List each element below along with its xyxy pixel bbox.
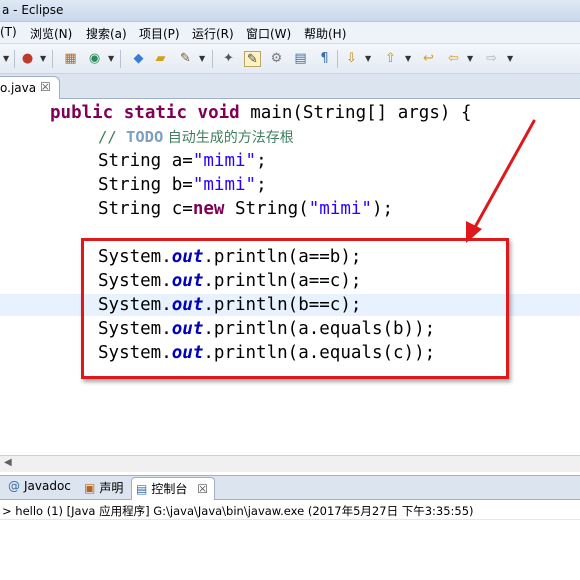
toolbar-separator	[52, 50, 53, 68]
chevron-down-icon[interactable]: ▼	[108, 51, 114, 67]
external-tools-icon[interactable]: ⚙	[268, 51, 285, 67]
console-header: > hello (1) [Java 应用程序] G:\java\Java\bin…	[0, 500, 580, 520]
next-annotation-icon[interactable]: ⇩	[343, 51, 360, 67]
menu-item-run[interactable]: 运行(R)	[192, 25, 234, 42]
bottom-panel-tabs: @ Javadoc ▣ 声明 ▤ 控制台 ☒	[0, 475, 580, 501]
tab-label: 声明	[99, 481, 124, 495]
outline-icon[interactable]: ▤	[292, 51, 309, 67]
code-editor[interactable]: public static void main(String[] args) {…	[0, 99, 580, 455]
toolbar-separator	[14, 50, 15, 68]
menu-item-navigate[interactable]: 浏览(N)	[30, 25, 72, 42]
title-bar: a - Eclipse	[0, 0, 580, 22]
chevron-down-icon[interactable]: ▼	[467, 51, 473, 67]
chevron-down-icon[interactable]: ▼	[365, 51, 371, 67]
editor-tab-bar: o.java ☒	[0, 74, 580, 99]
menu-item-project[interactable]: 项目(P)	[139, 25, 180, 42]
close-icon[interactable]: ☒	[197, 482, 208, 496]
chevron-down-icon[interactable]: ▼	[3, 51, 9, 67]
new-package-icon[interactable]: ▦	[62, 51, 79, 67]
chevron-down-icon[interactable]: ▼	[199, 51, 205, 67]
close-icon[interactable]: ☒	[40, 80, 51, 94]
scroll-left-icon[interactable]: ◀	[4, 457, 12, 468]
run-icon[interactable]: ●	[19, 51, 36, 67]
declaration-icon: ▣	[84, 481, 96, 495]
menu-item-search[interactable]: 搜索(a)	[86, 25, 127, 42]
tab-label: Javadoc	[24, 479, 71, 493]
menu-item-window[interactable]: 窗口(W)	[246, 25, 291, 42]
properties-icon[interactable]: ¶	[316, 51, 333, 67]
new-class-icon[interactable]: ◉	[86, 51, 103, 67]
menu-bar: (T) 浏览(N) 搜索(a) 项目(P) 运行(R) 窗口(W) 帮助(H)	[0, 22, 580, 44]
menu-item-t[interactable]: (T)	[0, 25, 17, 39]
last-edit-icon[interactable]: ↩	[420, 51, 437, 67]
back-icon[interactable]: ⇦	[445, 51, 462, 67]
toolbar-separator	[337, 50, 338, 68]
console-icon: ▤	[136, 482, 148, 496]
window-title: a - Eclipse	[2, 3, 64, 17]
open-type-icon[interactable]: ◆	[130, 51, 147, 67]
toolbar: ▼ ● ▼ ▦ ◉ ▼ ◆ ▰ ✎ ▼ ✦ ✎ ⚙ ▤ ¶ ⇩ ▼ ⇧ ▼ ↩ …	[0, 44, 580, 74]
javadoc-icon: @	[8, 479, 20, 493]
toggle-mark-icon[interactable]: ✎	[244, 51, 261, 67]
toggle-comment-icon[interactable]: ✦	[220, 51, 237, 67]
arrow-annotation	[466, 119, 536, 243]
open-folder-icon[interactable]: ▰	[152, 51, 169, 67]
tab-label: 控制台	[151, 482, 188, 496]
editor-tab-label: o.java	[0, 81, 37, 95]
toolbar-separator	[120, 50, 121, 68]
tab-console[interactable]: ▤ 控制台 ☒	[131, 477, 215, 501]
console-output[interactable]	[0, 520, 580, 580]
console-process-text: > hello (1) [Java 应用程序] G:\java\Java\bin…	[2, 504, 474, 518]
chevron-down-icon[interactable]: ▼	[405, 51, 411, 67]
menu-item-help[interactable]: 帮助(H)	[304, 25, 346, 42]
tab-declaration[interactable]: ▣ 声明	[84, 479, 123, 500]
chevron-down-icon[interactable]: ▼	[40, 51, 46, 67]
chevron-down-icon[interactable]: ▼	[507, 51, 513, 67]
editor-tab[interactable]: o.java ☒	[0, 76, 60, 99]
horizontal-scrollbar[interactable]: ◀	[0, 455, 580, 472]
toolbar-separator	[212, 50, 213, 68]
forward-icon[interactable]: ⇨	[483, 51, 500, 67]
search-icon[interactable]: ✎	[177, 51, 194, 67]
previous-annotation-icon[interactable]: ⇧	[382, 51, 399, 67]
tab-javadoc[interactable]: @ Javadoc	[8, 479, 71, 500]
